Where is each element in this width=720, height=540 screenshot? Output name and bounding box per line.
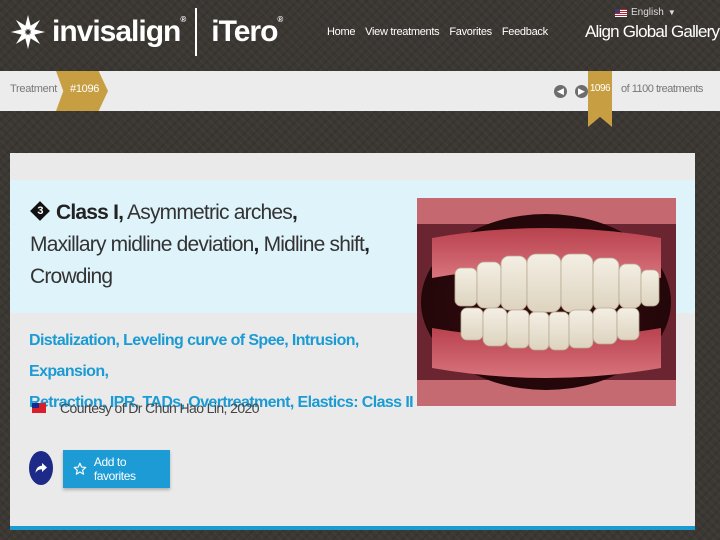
pager-current: 1096: [589, 83, 611, 94]
prev-chevron-icon[interactable]: ◀: [554, 84, 567, 98]
language-label: English: [631, 7, 664, 18]
courtesy-line: Courtesy of Dr Chun Hao Lin, 2020: [32, 400, 259, 416]
main-nav: Home View treatments Favorites Feedback: [327, 26, 548, 38]
case-diagnosis-3: Midline shift: [263, 233, 365, 256]
case-title: 3 Class I, Asymmetric arches, Maxillary m…: [30, 201, 370, 288]
courtesy-text: Courtesy of Dr Chun Hao Lin, 2020: [60, 400, 259, 416]
language-selector[interactable]: English ▼: [615, 7, 676, 18]
case-diagnosis-2: Maxillary midline deviation: [30, 233, 254, 256]
brand-invisalign: invisalign®: [52, 15, 186, 48]
invisalign-star-icon: [11, 15, 45, 49]
nav-home[interactable]: Home: [327, 26, 355, 38]
case-card: 3 Class I, Asymmetric arches, Maxillary m…: [10, 153, 695, 530]
pager-total: of 1100 treatments: [621, 83, 703, 95]
taiwan-flag-icon: [32, 403, 46, 413]
share-button[interactable]: [29, 451, 53, 485]
breadcrumb-treatment[interactable]: Treatment: [10, 83, 57, 95]
case-diagnosis-1: Asymmetric arches: [127, 201, 293, 224]
us-flag-icon: [615, 8, 627, 17]
gallery-title[interactable]: Align Global Gallery: [585, 22, 720, 42]
star-outline-icon: [73, 462, 87, 475]
case-number: #1096: [70, 83, 100, 95]
intraoral-photo[interactable]: [417, 198, 676, 406]
complexity-diamond-icon: 3: [30, 201, 50, 221]
caret-down-icon: ▼: [667, 8, 676, 17]
add-to-favorites-button[interactable]: Add to favorites: [63, 450, 170, 488]
teeth-image: [417, 198, 676, 406]
top-header: invisalign® iTero® Home View treatments …: [0, 0, 720, 70]
nav-favorites[interactable]: Favorites: [449, 26, 492, 38]
case-diagnosis-4: Crowding: [30, 265, 113, 288]
breadcrumb-bar: Treatment #1096 ◀ ▶ 1096 of 1100 treatme…: [0, 71, 720, 127]
brand-logo[interactable]: invisalign® iTero®: [10, 8, 283, 56]
nav-view-treatments[interactable]: View treatments: [365, 26, 439, 38]
card-bottom-border: [10, 526, 695, 530]
nav-feedback[interactable]: Feedback: [502, 26, 548, 38]
treatment-types-line-1: Distalization, Leveling curve of Spee, I…: [29, 332, 359, 380]
next-chevron-icon[interactable]: ▶: [575, 84, 588, 98]
pager-current-ribbon: 1096: [588, 71, 612, 127]
logo-divider: [195, 8, 198, 56]
treatment-pager: ◀ ▶ 1096 of 1100 treatments: [554, 71, 703, 127]
share-arrow-icon: [35, 463, 47, 473]
brand-itero: iTero®: [211, 15, 283, 48]
case-classification: Class I: [56, 201, 119, 224]
breadcrumb-case-tag: #1096: [56, 71, 108, 111]
add-to-favorites-label: Add to favorites: [93, 455, 136, 483]
